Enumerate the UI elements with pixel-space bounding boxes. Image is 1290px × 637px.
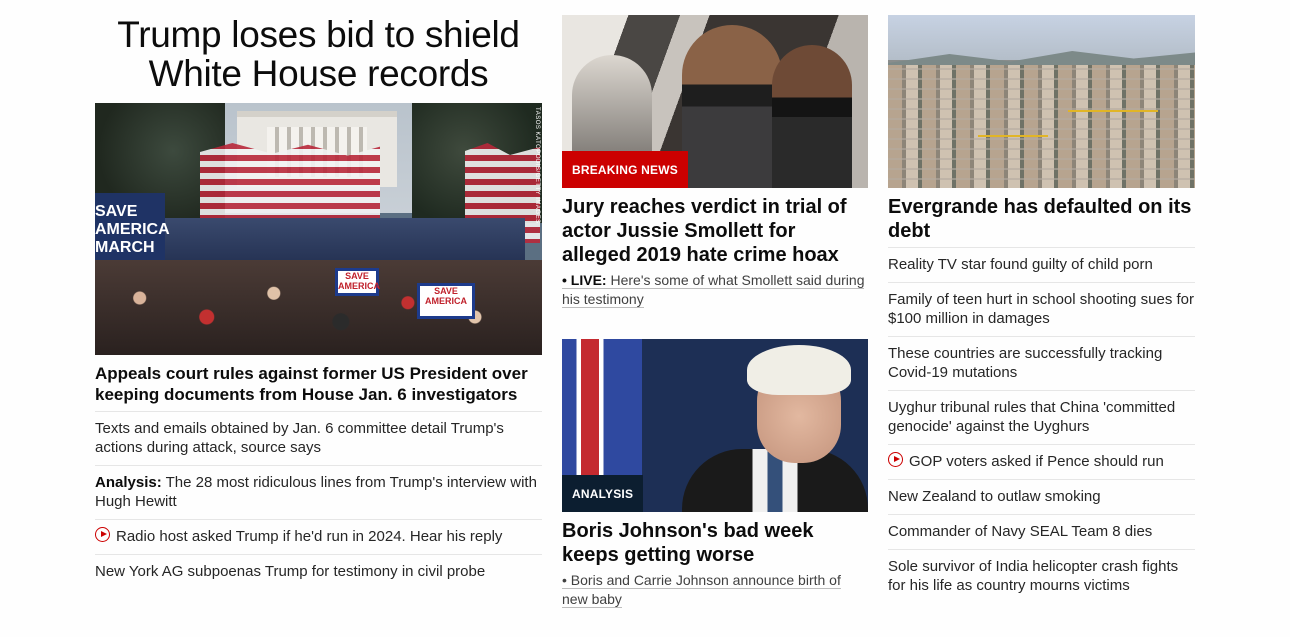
list-item[interactable]: Reality TV star found guilty of child po…: [888, 247, 1195, 282]
live-prefix: • LIVE:: [562, 272, 607, 288]
list-item[interactable]: Family of teen hurt in school shooting s…: [888, 282, 1195, 336]
lead-title-link[interactable]: Appeals court rules against former US Pr…: [95, 363, 542, 405]
image-city: [888, 65, 1195, 188]
live-sub-link[interactable]: • LIVE: Here's some of what Smollett sai…: [562, 272, 865, 308]
image-person: [682, 25, 782, 188]
list-item[interactable]: New Zealand to outlaw smoking: [888, 479, 1195, 514]
list-item-link[interactable]: Reality TV star found guilty of child po…: [888, 256, 1153, 273]
list-item-link[interactable]: Family of teen hurt in school shooting s…: [888, 291, 1194, 327]
boris-image: ANALYSIS: [562, 339, 868, 512]
list-item-link[interactable]: New Zealand to outlaw smoking: [888, 488, 1101, 505]
list-item-text: Radio host asked Trump if he'd run in 20…: [116, 528, 503, 545]
smollett-title-link[interactable]: Jury reaches verdict in trial of actor J…: [562, 195, 868, 267]
image-crane: [1068, 110, 1158, 112]
top-headline: Trump loses bid to shield White House re…: [117, 14, 520, 94]
list-item[interactable]: Uyghur tribunal rules that China 'commit…: [888, 390, 1195, 444]
lead-title: Appeals court rules against former US Pr…: [95, 364, 528, 404]
list-item-text: GOP voters asked if Pence should run: [909, 453, 1164, 470]
analysis-prefix: Analysis:: [95, 474, 162, 491]
sub-text: Here's some of what Smollett said during…: [562, 272, 865, 307]
image-sign: SAVE AMERICA: [335, 268, 380, 296]
breaking-news-badge: BREAKING NEWS: [562, 151, 688, 188]
list-item-text: The 28 most ridiculous lines from Trump'…: [95, 474, 537, 510]
smollett-image-link[interactable]: BREAKING NEWS: [562, 15, 868, 188]
play-circle-icon: [888, 452, 903, 467]
related-list: Texts and emails obtained by Jan. 6 comm…: [95, 411, 542, 589]
right-column: Evergrande has defaulted on its debt Rea…: [888, 15, 1195, 603]
image-credit: TASOS KATOPODIS/GETTY IMAGES: [534, 107, 540, 224]
lead-image: SAVE AMERICA MARCH SAVE AMERICA SAVE AME…: [95, 103, 542, 355]
list-item-link[interactable]: Texts and emails obtained by Jan. 6 comm…: [95, 420, 504, 456]
list-item[interactable]: Texts and emails obtained by Jan. 6 comm…: [95, 411, 542, 465]
middle-column: BREAKING NEWS Jury reaches verdict in tr…: [562, 15, 868, 615]
evergrande-title-link[interactable]: Evergrande has defaulted on its debt: [888, 195, 1195, 243]
list-item[interactable]: Analysis: The 28 most ridiculous lines f…: [95, 465, 542, 519]
list-item[interactable]: Commander of Navy SEAL Team 8 dies: [888, 514, 1195, 549]
image-crane: [978, 135, 1048, 137]
list-item[interactable]: GOP voters asked if Pence should run: [888, 444, 1195, 479]
analysis-badge: ANALYSIS: [562, 475, 644, 512]
list-item[interactable]: Sole survivor of India helicopter crash …: [888, 549, 1195, 603]
card-title: Boris Johnson's bad week keeps getting w…: [562, 520, 814, 566]
list-item-link[interactable]: GOP voters asked if Pence should run: [888, 452, 1164, 470]
image-suit: [682, 449, 868, 512]
list-item-link[interactable]: These countries are successfully trackin…: [888, 345, 1162, 381]
list-item-link[interactable]: Radio host asked Trump if he'd run in 20…: [95, 527, 503, 545]
card-title: Evergrande has defaulted on its debt: [888, 196, 1192, 242]
image-person: [772, 45, 852, 188]
image-sky: [888, 15, 1195, 60]
top-story-column: Trump loses bid to shield White House re…: [95, 15, 542, 589]
list-item-link[interactable]: New York AG subpoenas Trump for testimon…: [95, 563, 485, 580]
list-item[interactable]: New York AG subpoenas Trump for testimon…: [95, 554, 542, 589]
smollett-image: BREAKING NEWS: [562, 15, 868, 188]
top-headline-link[interactable]: Trump loses bid to shield White House re…: [95, 15, 542, 93]
list-item-link[interactable]: Uyghur tribunal rules that China 'commit…: [888, 399, 1175, 435]
boris-image-link[interactable]: ANALYSIS: [562, 339, 868, 512]
image-hair: [747, 345, 851, 395]
sub-link[interactable]: • Boris and Carrie Johnson announce birt…: [562, 572, 841, 608]
image-sign: SAVE AMERICA: [417, 283, 475, 319]
lead-image-link[interactable]: SAVE AMERICA MARCH SAVE AMERICA SAVE AME…: [95, 103, 542, 355]
list-item-link[interactable]: Sole survivor of India helicopter crash …: [888, 558, 1178, 594]
card-title: Jury reaches verdict in trial of actor J…: [562, 196, 847, 266]
list-item-link[interactable]: Analysis: The 28 most ridiculous lines f…: [95, 474, 537, 510]
list-item[interactable]: These countries are successfully trackin…: [888, 336, 1195, 390]
list-item[interactable]: Radio host asked Trump if he'd run in 20…: [95, 519, 542, 554]
headlines-list: Reality TV star found guilty of child po…: [888, 247, 1195, 603]
boris-title-link[interactable]: Boris Johnson's bad week keeps getting w…: [562, 519, 868, 567]
list-item-link[interactable]: Commander of Navy SEAL Team 8 dies: [888, 523, 1152, 540]
evergrande-image-link[interactable]: [888, 15, 1195, 188]
play-circle-icon: [95, 527, 110, 542]
evergrande-image: [888, 15, 1195, 188]
